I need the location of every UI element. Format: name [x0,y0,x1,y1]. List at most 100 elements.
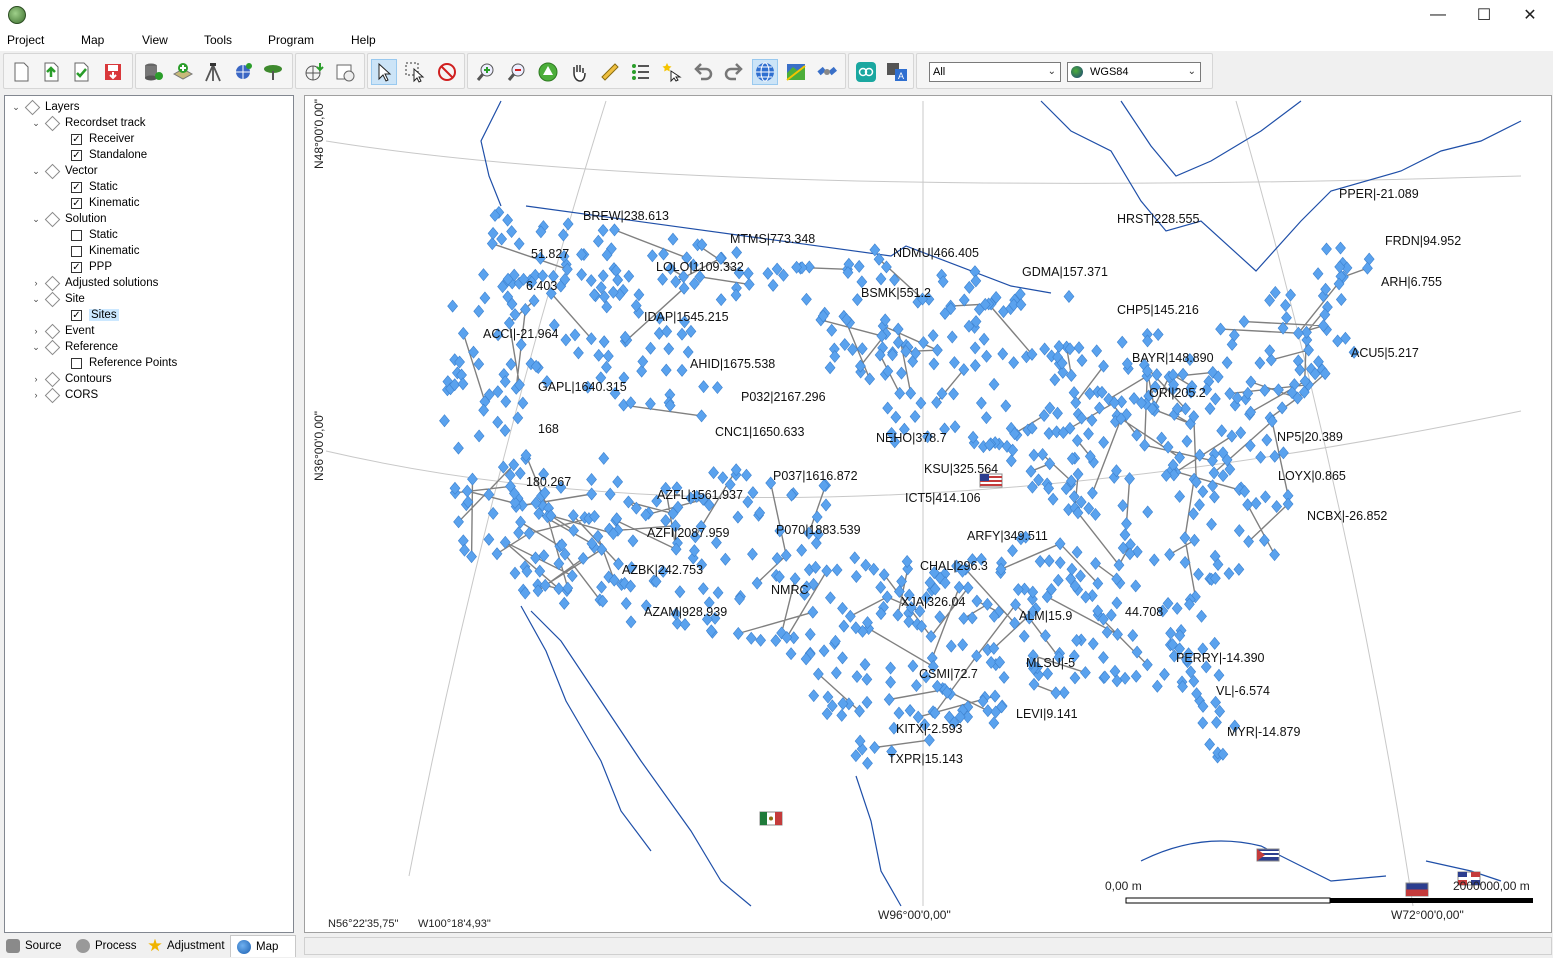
site-marker[interactable] [1117,499,1129,513]
site-marker[interactable] [824,591,836,605]
site-marker[interactable] [1226,429,1238,443]
site-marker[interactable] [1362,261,1373,275]
site-marker[interactable] [623,269,635,283]
site-marker[interactable] [1238,315,1250,329]
site-marker[interactable] [592,234,604,248]
site-marker[interactable] [997,347,1009,361]
site-marker[interactable] [712,586,724,600]
site-marker[interactable] [909,410,921,423]
site-marker[interactable] [981,349,992,363]
site-marker[interactable] [1127,629,1139,642]
site-marker[interactable] [1130,579,1142,593]
layer-checkbox[interactable]: ✓ [71,309,82,321]
site-marker[interactable] [1044,457,1056,471]
site-marker[interactable] [473,304,485,318]
site-marker[interactable] [515,515,526,529]
tab-map[interactable]: Map [230,935,296,957]
site-marker[interactable] [625,615,637,629]
site-marker[interactable] [487,506,499,520]
site-marker[interactable] [1109,664,1121,678]
site-marker[interactable] [512,411,524,425]
site-marker[interactable] [1090,556,1101,570]
tab-adjustment[interactable]: Adjustment [148,935,230,956]
close-button[interactable]: ✕ [1507,0,1553,30]
site-marker[interactable] [826,323,838,337]
site-marker[interactable] [1215,322,1226,336]
layer-item-static[interactable]: Static [71,227,118,243]
site-marker[interactable] [717,471,729,485]
site-marker[interactable] [1076,354,1088,367]
site-marker[interactable] [720,552,731,566]
site-marker[interactable] [1072,467,1084,481]
layer-item-solution[interactable]: ⌄ Solution [31,211,107,227]
site-marker[interactable] [1193,567,1204,581]
site-marker[interactable] [660,514,672,528]
site-marker[interactable] [957,638,969,652]
site-marker[interactable] [573,346,584,360]
site-marker[interactable] [447,299,459,313]
site-marker[interactable] [1245,375,1257,389]
site-marker[interactable] [1196,609,1207,623]
site-marker[interactable] [1226,337,1238,351]
site-marker[interactable] [660,363,672,377]
site-marker[interactable] [830,666,842,680]
site-marker[interactable] [844,609,856,623]
site-marker[interactable] [1156,431,1167,445]
site-marker[interactable] [732,627,744,640]
site-marker[interactable] [514,466,526,480]
site-marker[interactable] [767,278,779,292]
site-marker[interactable] [1071,545,1083,559]
site-marker[interactable] [1098,651,1109,664]
site-marker[interactable] [747,547,758,561]
site-marker[interactable] [804,627,816,641]
site-marker[interactable] [1206,517,1217,531]
site-marker[interactable] [958,293,970,307]
site-marker[interactable] [927,329,939,343]
site-marker[interactable] [633,288,645,302]
site-marker[interactable] [1040,629,1051,643]
network-icon[interactable] [230,59,256,85]
site-marker[interactable] [1039,342,1051,356]
translate-icon[interactable]: A [884,59,910,85]
site-marker[interactable] [885,675,896,689]
site-marker[interactable] [491,547,503,561]
site-marker[interactable] [988,716,1000,730]
site-marker[interactable] [1049,373,1061,387]
site-marker[interactable] [601,300,613,314]
site-marker[interactable] [971,594,983,608]
site-marker[interactable] [653,326,665,340]
map-canvas[interactable]: BREW|238.613 MTMS|773.348 NDMU|466.405 HRST… [304,95,1552,933]
site-marker[interactable] [849,551,861,565]
filter-select[interactable]: All ⌄ [929,62,1061,82]
site-marker[interactable] [487,226,499,240]
site-marker[interactable] [1111,596,1123,610]
site-marker[interactable] [1197,716,1209,730]
site-marker[interactable] [796,543,808,557]
site-marker[interactable] [612,273,624,287]
site-marker[interactable] [896,574,908,588]
site-marker[interactable] [988,377,1000,391]
open-project-icon[interactable] [38,59,64,85]
site-marker[interactable] [1094,401,1105,415]
site-marker[interactable] [492,385,504,399]
ruler-icon[interactable] [597,59,623,85]
site-marker[interactable] [1335,293,1347,306]
save-project-icon[interactable] [100,59,126,85]
site-marker[interactable] [1052,573,1064,587]
site-marker[interactable] [747,486,759,500]
site-marker[interactable] [509,308,521,322]
layer-checkbox[interactable] [71,229,82,241]
minimize-button[interactable]: — [1415,0,1461,30]
site-marker[interactable] [850,570,862,583]
new-project-icon[interactable] [8,59,34,85]
layer-item-contours[interactable]: › Contours [31,371,112,387]
site-marker[interactable] [566,569,578,583]
site-marker[interactable] [506,225,517,239]
site-marker[interactable] [837,651,848,665]
site-marker[interactable] [663,342,675,356]
collapse-icon[interactable]: ⌄ [31,214,41,225]
site-marker[interactable] [730,288,742,302]
expand-icon[interactable]: › [31,326,41,336]
site-marker[interactable] [820,498,832,512]
layer-item-kinematic[interactable]: Kinematic [71,243,140,259]
